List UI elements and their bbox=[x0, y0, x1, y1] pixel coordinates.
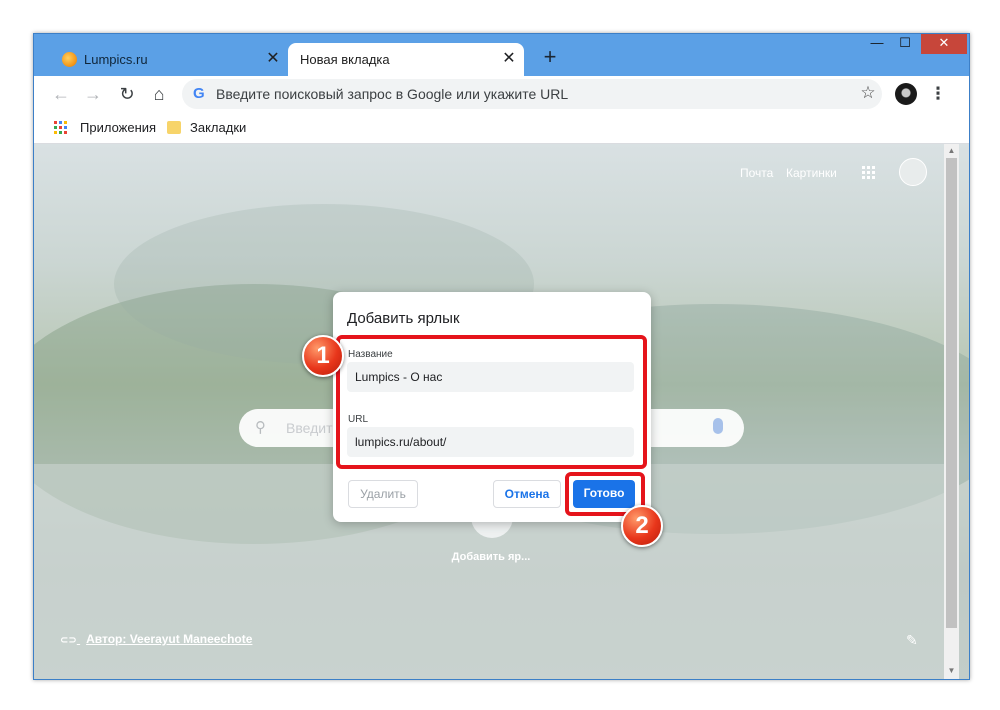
reload-icon[interactable]: ↻ bbox=[116, 83, 138, 105]
gmail-link[interactable]: Почта bbox=[740, 166, 773, 180]
scroll-up-icon[interactable]: ▲ bbox=[944, 144, 959, 158]
window-close-icon[interactable]: ✕ bbox=[921, 34, 967, 54]
profile-avatar-icon[interactable] bbox=[895, 83, 917, 105]
tab-strip: Lumpics.ru ✕ Новая вкладка ✕ + — ☐ ✕ bbox=[34, 34, 969, 76]
scroll-down-icon[interactable]: ▼ bbox=[944, 664, 959, 678]
tab-title: Lumpics.ru bbox=[84, 52, 148, 67]
bookmark-folder[interactable]: Закладки bbox=[190, 120, 246, 135]
vertical-scrollbar[interactable]: ▲ ▼ bbox=[944, 144, 959, 679]
tab-lumpics[interactable]: Lumpics.ru ✕ bbox=[52, 43, 288, 76]
author-credit-text: Автор: Veerayut Maneechote bbox=[86, 632, 253, 646]
step-badge-2: 2 bbox=[621, 505, 663, 547]
toolbar: ← → ↻ ⌂ G Введите поисковый запрос в Goo… bbox=[34, 76, 969, 112]
dialog-title: Добавить ярлык bbox=[347, 310, 460, 327]
highlight-fields bbox=[336, 335, 647, 469]
minimize-icon[interactable]: — bbox=[864, 34, 890, 54]
search-icon: ⚲ bbox=[255, 419, 266, 436]
microphone-icon[interactable] bbox=[713, 418, 723, 434]
tab-close-icon[interactable]: ✕ bbox=[264, 50, 282, 68]
delete-button[interactable]: Удалить bbox=[348, 480, 418, 508]
bookmarks-bar: Приложения Закладки bbox=[34, 112, 969, 144]
forward-arrow-icon[interactable]: → bbox=[82, 83, 104, 105]
google-apps-icon[interactable] bbox=[862, 166, 876, 180]
step-badge-1: 1 bbox=[302, 335, 344, 377]
apps-grid-icon[interactable] bbox=[54, 121, 67, 134]
cancel-button[interactable]: Отмена bbox=[493, 480, 561, 508]
scrollbar-thumb[interactable] bbox=[946, 158, 957, 628]
maximize-icon[interactable]: ☐ bbox=[892, 34, 918, 54]
back-arrow-icon[interactable]: ← bbox=[50, 83, 72, 105]
link-icon: ⊂⊃ bbox=[60, 635, 77, 646]
folder-icon bbox=[167, 121, 181, 134]
lumpics-favicon-icon bbox=[62, 52, 77, 67]
bookmark-apps[interactable]: Приложения bbox=[80, 120, 156, 135]
tab-new-tab[interactable]: Новая вкладка ✕ bbox=[288, 43, 524, 76]
address-bar[interactable]: G Введите поисковый запрос в Google или … bbox=[182, 79, 882, 109]
bookmark-star-icon[interactable]: ☆ bbox=[858, 83, 878, 103]
address-bar-placeholder: Введите поисковый запрос в Google или ук… bbox=[216, 86, 569, 102]
google-g-icon: G bbox=[193, 85, 205, 102]
tab-close-icon[interactable]: ✕ bbox=[500, 50, 518, 68]
home-icon[interactable]: ⌂ bbox=[148, 83, 170, 105]
author-credit-link[interactable]: ⊂⊃ Автор: Veerayut Maneechote bbox=[60, 632, 252, 646]
customize-pencil-icon[interactable]: ✎ bbox=[906, 632, 918, 649]
images-link[interactable]: Картинки bbox=[786, 166, 837, 180]
add-shortcut-label: Добавить яр... bbox=[451, 551, 531, 563]
google-account-avatar-icon[interactable] bbox=[899, 158, 927, 186]
tab-title: Новая вкладка bbox=[300, 52, 390, 67]
menu-kebab-icon[interactable]: ⋮ bbox=[929, 83, 947, 105]
new-tab-plus-icon[interactable]: + bbox=[539, 46, 561, 68]
